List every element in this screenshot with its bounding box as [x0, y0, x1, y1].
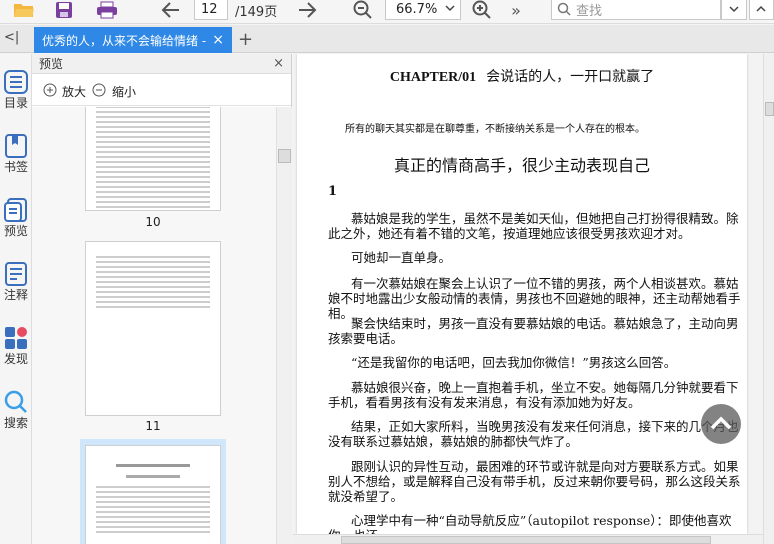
bookmark-icon [5, 134, 27, 158]
chevron-down-icon [729, 6, 739, 13]
sidebar-item-label: 搜索 [3, 416, 28, 430]
search-input[interactable]: 查找 [551, 0, 721, 20]
search-options-button[interactable] [721, 0, 747, 20]
panel-header: 预览 × [32, 54, 291, 74]
chapter-heading: CHAPTER/01 会说话的人，一开口就赢了 [297, 66, 747, 86]
sidebar-item-label: 注释 [3, 288, 28, 302]
chevron-up-icon [710, 416, 732, 430]
sidebar-item-label: 预览 [3, 224, 28, 238]
thumbnail-label: 11 [145, 419, 161, 433]
collapse-sidebar-icon[interactable]: <| [4, 30, 19, 45]
save-icon[interactable] [54, 0, 74, 20]
discover-icon [5, 327, 27, 349]
section-title: 真正的情商高手，很少主动表现自己 [393, 156, 650, 175]
more-icon[interactable]: » [508, 0, 524, 20]
thumbnail-page-selected[interactable] [85, 445, 221, 544]
section-number: 1 [328, 184, 338, 199]
document-page: CHAPTER/01 会说话的人，一开口就赢了 所有的聊天其实都是在聊尊重，不断接… [297, 54, 747, 534]
tab-bar: <| 优秀的人，从来不会输给情绪 - × + [0, 25, 774, 53]
toolbar: 12 /149页 66.7% » 查找 [0, 0, 774, 24]
zoom-in-icon[interactable] [471, 0, 493, 20]
thumbnail-list: 10 11 [32, 107, 276, 544]
preview-panel: 预览 × 放大 缩小 10 11 [32, 54, 292, 544]
document-scrollbar[interactable] [763, 54, 774, 544]
tab-label: 优秀的人，从来不会输给情绪 - [42, 33, 207, 48]
sidebar-item-bookmark[interactable]: 书签 [0, 134, 32, 175]
zoom-select[interactable]: 66.7% [385, 0, 461, 20]
chapter-title: 会说话的人，一开口就赢了 [486, 69, 655, 85]
print-icon[interactable] [95, 0, 119, 20]
chevron-down-icon [444, 2, 456, 18]
close-icon[interactable]: × [212, 32, 224, 48]
search-placeholder: 查找 [576, 3, 603, 19]
paragraph: 心理学中有一种“自动导航反应”（autopilot response）：即使他喜… [328, 513, 732, 534]
tab-document[interactable]: 优秀的人，从来不会输给情绪 - × [34, 27, 232, 53]
zoom-in-button[interactable]: 放大 [62, 83, 86, 100]
sidebar-item-discover[interactable]: 发现 [0, 326, 32, 367]
thumbnail-page[interactable] [85, 107, 221, 211]
paragraph: 可她却一直单身。 [351, 250, 452, 265]
sidebar-item-toc[interactable]: 目录 [0, 70, 32, 111]
page-number-input[interactable]: 12 [194, 0, 228, 20]
sidebar-item-search[interactable]: 搜索 [0, 390, 32, 431]
toc-icon [4, 70, 28, 94]
zoom-out-icon[interactable] [352, 0, 374, 20]
paragraph: 结果，正如大家所料，当晚男孩没有发来任何消息，接下来的几个月也没有联系过慕姑娘，… [328, 419, 739, 449]
add-tab-icon[interactable]: + [238, 29, 253, 50]
paragraph: 慕姑娘很兴奋，晚上一直抱着手机，坐立不安。她每隔几分钟就要看下手机，看看男孩有没… [328, 380, 739, 410]
page-total: /149页 [235, 5, 278, 20]
document-view: CHAPTER/01 会说话的人，一开口就赢了 所有的聊天其实都是在聊尊重，不断接… [293, 54, 763, 534]
chevron-up-icon [756, 5, 766, 12]
sidebar-item-label: 目录 [3, 96, 28, 110]
annotation-icon [5, 262, 27, 286]
panel-title: 预览 [39, 57, 64, 71]
page-current: 12 [201, 1, 218, 17]
thumbnail-label: 10 [145, 215, 161, 229]
preview-icon [4, 198, 27, 222]
sidebar-item-annotation[interactable]: 注释 [0, 262, 32, 303]
horizontal-scrollbar[interactable] [293, 534, 763, 544]
search-prev-button[interactable] [749, 0, 774, 20]
zoom-out-button[interactable]: 缩小 [112, 83, 136, 100]
paragraph: 聚会快结束时，男孩一直没有要慕姑娘的电话。慕姑娘急了，主动向男孩索要电话。 [328, 316, 739, 346]
open-folder-icon[interactable] [12, 0, 36, 20]
thumbnail-page[interactable] [85, 241, 221, 416]
next-page-icon[interactable] [296, 0, 318, 20]
thumbnail-zoom-controls: 放大 缩小 [32, 74, 291, 106]
sidebar-item-label: 书签 [3, 160, 28, 174]
paragraph: 跟刚认识的异性互动，最困难的环节或许就是向对方要联系方式。如果别人不想给，或是解… [328, 459, 741, 504]
zoom-out-icon[interactable] [92, 83, 106, 97]
close-icon[interactable]: × [273, 54, 284, 74]
prev-page-icon[interactable] [160, 0, 182, 20]
zoom-in-icon[interactable] [43, 83, 57, 97]
sidebar-item-label: 发现 [3, 352, 28, 366]
thumbnail-scrollbar[interactable] [276, 107, 292, 544]
paragraph: “还是我留你的电话吧，回去我加你微信！”男孩这么回答。 [351, 355, 677, 370]
zoom-level: 66.7% [396, 1, 438, 17]
scroll-to-top-button[interactable] [701, 404, 741, 444]
paragraph: 有一次慕姑娘在聚会上认识了一位不错的男孩，两个人相谈甚欢。慕姑娘不时地露出少女般… [328, 276, 741, 321]
left-sidebar: 目录 书签 预览 注释 发现 搜索 [0, 54, 32, 544]
search-icon [557, 2, 571, 16]
sidebar-item-preview[interactable]: 预览 [0, 198, 32, 239]
paragraph: 慕姑娘是我的学生，虽然不是美如天仙，但她把自己打扮得很精致。除此之外，她还有着不… [328, 211, 739, 241]
search-icon [4, 390, 27, 413]
chapter-number: CHAPTER/01 [389, 70, 477, 85]
epigraph: 所有的聊天其实都是在聊尊重，不断接纳关系是一个人存在的根本。 [345, 124, 645, 135]
